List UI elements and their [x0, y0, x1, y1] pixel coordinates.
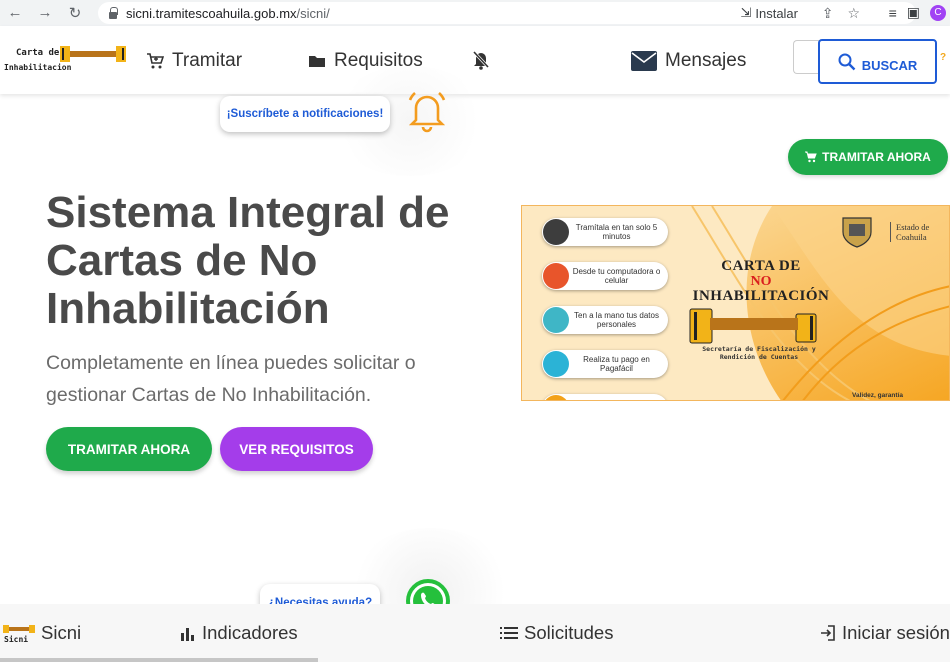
step-pill: Tramítala en tan solo 5 minutos [542, 218, 668, 246]
nav-mensajes[interactable]: Mensajes [631, 50, 746, 72]
reading-list-icon[interactable]: ≡ [889, 5, 897, 21]
step-pill: Ten a la mano tus datos personales [542, 306, 668, 334]
folder-icon [309, 56, 325, 67]
step-pill: Realiza tu pago en Pagafácil [542, 350, 668, 378]
install-icon: ⇲ [740, 5, 752, 20]
id-card-icon [543, 307, 569, 333]
hero-subtitle: Completamente en línea puedes solicitar … [46, 352, 416, 406]
lock-icon[interactable] [108, 7, 118, 19]
payment-icon [543, 351, 569, 377]
bar-chart-icon [181, 628, 194, 641]
share-icon[interactable]: ⇪ [822, 5, 834, 22]
browser-toolbar: ← → ↻ sicni.tramitescoahuila.gob.mx/sicn… [0, 0, 950, 26]
estado-coahuila-label: Estado de Coahuila [890, 222, 949, 242]
banner-title: CARTA DE NO INHABILITACIÓN [692, 258, 830, 304]
reload-icon[interactable]: ↻ [66, 4, 84, 22]
tramitar-ahora-button[interactable]: TRAMITAR AHORA [46, 427, 212, 471]
nav-tramitar[interactable]: Tramitar [146, 50, 242, 72]
profile-avatar[interactable]: C [930, 4, 946, 21]
side-panel-icon[interactable]: ▣ [907, 4, 920, 21]
forward-icon[interactable]: → [36, 4, 54, 22]
hero-title: Sistema Integral de Cartas de No Inhabil… [46, 188, 450, 333]
tramitar-ahora-floating-button[interactable]: TRAMITAR AHORA [788, 139, 948, 175]
sicni-logo-icon: Sicni [3, 625, 35, 643]
ver-requisitos-button[interactable]: VER REQUISITOS [220, 427, 373, 471]
list-icon [500, 627, 518, 639]
help-mark[interactable]: ? [940, 52, 946, 63]
logo-bar-icon [60, 46, 126, 62]
footer-indicadores[interactable]: Indicadores [180, 622, 298, 644]
address-bar[interactable]: sicni.tramitescoahuila.gob.mx/sicni/ ⇲ In… [98, 2, 916, 24]
search-icon [838, 53, 856, 70]
bottom-nav [0, 604, 950, 662]
envelope-icon [631, 51, 657, 71]
subscribe-notifications-bubble[interactable]: ¡Suscríbete a notificaciones! [220, 96, 390, 132]
step-pill: Desde tu computadora o celular [542, 262, 668, 290]
download-icon [543, 395, 569, 400]
back-icon[interactable]: ← [6, 4, 24, 22]
coahuila-seal-icon [840, 214, 874, 248]
step-pill [542, 394, 668, 400]
page: ← → ↻ sicni.tramitescoahuila.gob.mx/sicn… [0, 0, 950, 662]
cart-icon [805, 151, 817, 163]
bell-off-icon [472, 50, 490, 70]
bell-icon[interactable] [402, 86, 452, 136]
hero-banner-image: Estado de Coahuila Tramítala en tan solo… [521, 205, 950, 401]
svg-text:Sicni: Sicni [4, 634, 28, 643]
login-icon [821, 625, 835, 641]
computer-icon [543, 263, 569, 289]
secretaria-label: Secretaría de Fiscalización y Rendición … [702, 345, 816, 361]
validez-label: Validez, garantía [852, 392, 903, 399]
horizontal-scrollbar[interactable] [0, 658, 318, 662]
search-button[interactable]: BUSCAR [818, 39, 937, 84]
site-logo[interactable]: Carta de Inhabilitacion [4, 42, 126, 76]
footer-iniciar-sesion[interactable]: Iniciar sesión [820, 622, 950, 644]
footer-brand[interactable]: Sicni Sicni [3, 622, 81, 644]
notifications-toggle[interactable] [472, 50, 490, 70]
clock-icon [543, 219, 569, 245]
bookmark-star-icon[interactable]: ☆ [847, 5, 860, 22]
footer-solicitudes[interactable]: Solicitudes [500, 622, 613, 644]
url-text[interactable]: sicni.tramitescoahuila.gob.mx/sicni/ [126, 6, 330, 21]
site-header: Carta de Inhabilitacion Tramitar Requisi… [0, 26, 950, 94]
install-button[interactable]: ⇲ Instalar [740, 5, 798, 21]
cart-icon [147, 53, 164, 69]
